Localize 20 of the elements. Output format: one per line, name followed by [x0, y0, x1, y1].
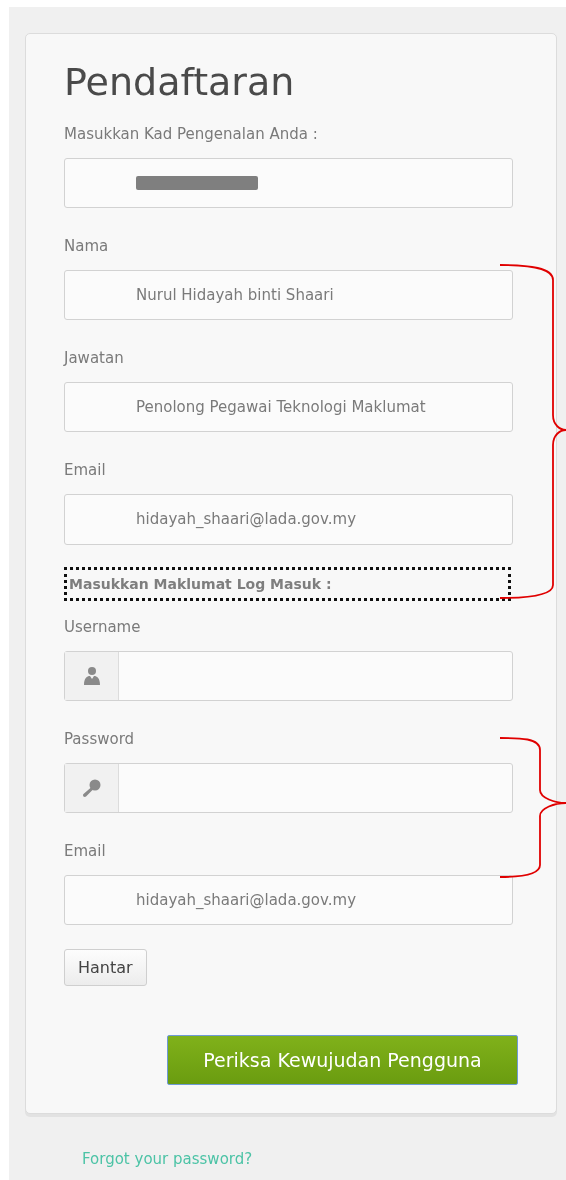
field-label: Email: [64, 460, 106, 481]
check-user-button[interactable]: Periksa Kewujudan Pengguna: [167, 1035, 518, 1085]
input-field[interactable]: [64, 650, 513, 701]
key-icon: [81, 777, 102, 798]
field-label: Nama: [64, 236, 109, 257]
field-label: Email: [64, 840, 106, 861]
submit-button[interactable]: Hantar: [64, 949, 147, 986]
page-title: Pendaftaran: [64, 59, 295, 106]
field-label: Masukkan Kad Pengenalan Anda :: [64, 124, 318, 144]
input-field[interactable]: Penolong Pegawai Teknologi Maklumat: [64, 382, 513, 433]
user-icon: [82, 665, 101, 686]
field-label: Password: [64, 728, 135, 749]
input-field[interactable]: [64, 158, 513, 209]
field-label: Username: [64, 616, 141, 637]
field-label: Jawatan: [64, 348, 124, 369]
input-field[interactable]: hidayah_shaari@lada.gov.my: [64, 874, 513, 925]
input-field[interactable]: hidayah_shaari@lada.gov.my: [64, 494, 513, 545]
input-field[interactable]: [64, 762, 513, 813]
input-field[interactable]: Nurul Hidayah binti Shaari: [64, 270, 513, 321]
section-heading: Masukkan Maklumat Log Masuk :: [64, 566, 511, 601]
